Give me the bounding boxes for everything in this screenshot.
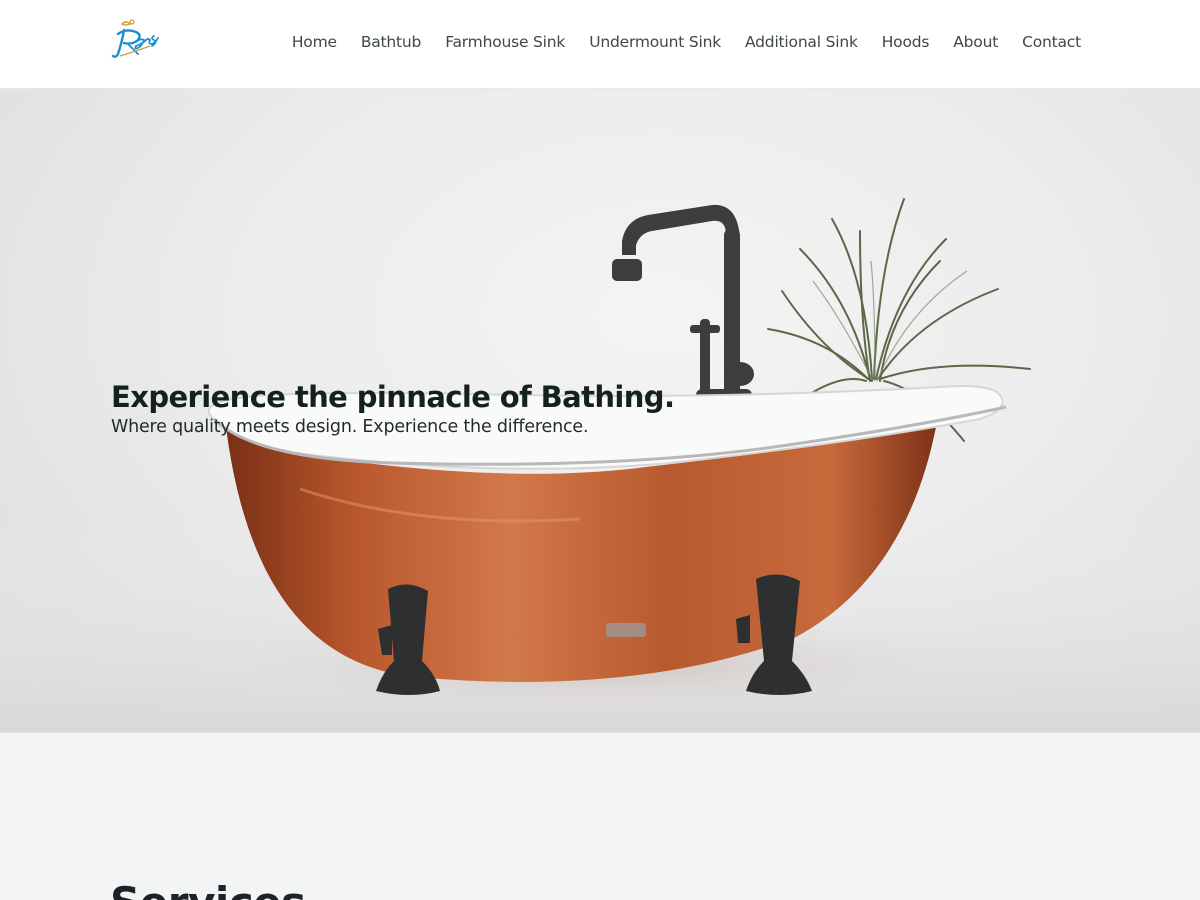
site-header: Home Bathtub Farmhouse Sink Undermount S… xyxy=(0,0,1200,89)
nav-bathtub[interactable]: Bathtub xyxy=(361,33,422,51)
hero-title: Experience the pinnacle of Bathing. xyxy=(111,380,675,414)
hero-section: Experience the pinnacle of Bathing. Wher… xyxy=(0,89,1200,733)
nav-about[interactable]: About xyxy=(953,33,998,51)
nav-contact[interactable]: Contact xyxy=(1022,33,1081,51)
nav-additional-sink[interactable]: Additional Sink xyxy=(745,33,858,51)
main-nav: Home Bathtub Farmhouse Sink Undermount S… xyxy=(292,0,1081,83)
rams-logo-icon xyxy=(111,19,159,58)
services-heading: Services xyxy=(110,878,306,900)
hero-subtitle: Where quality meets design. Experience t… xyxy=(111,417,589,437)
nav-undermount-sink[interactable]: Undermount Sink xyxy=(589,33,721,51)
nav-farmhouse-sink[interactable]: Farmhouse Sink xyxy=(445,33,565,51)
site-logo[interactable] xyxy=(108,16,164,64)
nav-hoods[interactable]: Hoods xyxy=(882,33,930,51)
nav-home[interactable]: Home xyxy=(292,33,337,51)
services-section: Services xyxy=(0,734,1200,900)
